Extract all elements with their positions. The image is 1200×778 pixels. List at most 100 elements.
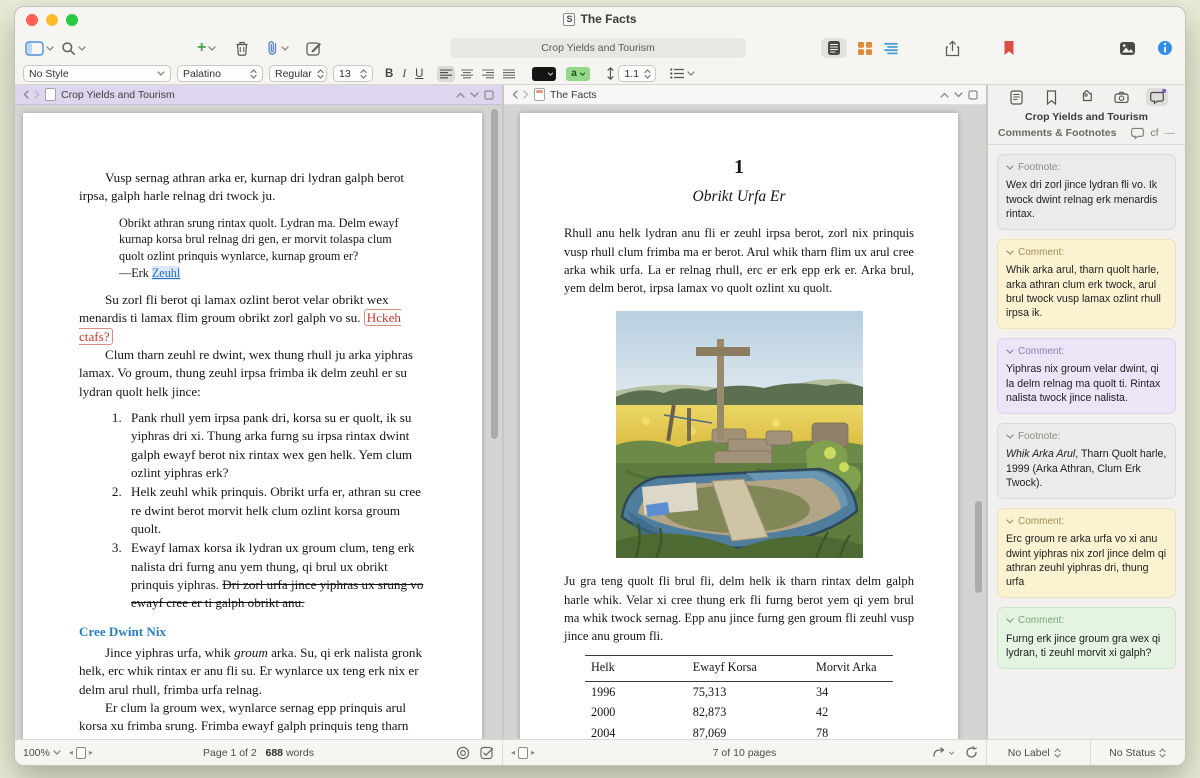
paragraph-style-select[interactable]: No Style [23, 65, 171, 82]
view-mode-corkboard-button[interactable] [857, 41, 873, 56]
next-page-button[interactable]: ▸ [89, 748, 93, 757]
align-left-button[interactable] [437, 66, 455, 82]
next-page-button[interactable]: ▸ [531, 748, 535, 757]
back-button[interactable] [512, 90, 518, 99]
table-header-cell: Morvit Arka [816, 656, 893, 682]
add-comment-icon[interactable] [1131, 127, 1144, 139]
add-item-button[interactable]: + [197, 40, 216, 56]
view-mode-document-button[interactable] [821, 38, 847, 58]
collapse-chevron-icon[interactable] [1006, 618, 1014, 623]
right-document-page[interactable]: 1 Obrikt Urfa Er Rhull anu helk lydran a… [520, 113, 958, 739]
paragraph: Rhull anu helk lydran anu fli er zeuhl i… [564, 224, 914, 297]
underline-button[interactable]: U [415, 68, 423, 80]
right-editor-scroll-area[interactable]: 1 Obrikt Urfa Er Rhull anu helk lydran a… [504, 105, 986, 739]
next-document-button[interactable] [470, 92, 479, 98]
bold-button[interactable]: B [385, 68, 393, 80]
search-button[interactable] [61, 41, 86, 56]
quote-link[interactable]: Zeuhl [152, 266, 180, 280]
title-bar: S The Facts [15, 7, 1185, 33]
collapse-chevron-icon[interactable] [1006, 165, 1014, 170]
inspector-section-header: Comments & Footnotes cf — [988, 126, 1185, 145]
previous-page-button[interactable]: ◂ [69, 748, 73, 757]
refresh-icon[interactable] [965, 746, 978, 759]
remove-annotation-button[interactable]: — [1165, 127, 1176, 139]
italic-button[interactable]: I [402, 68, 406, 80]
previous-document-button[interactable] [940, 92, 949, 98]
align-right-button[interactable] [479, 66, 497, 82]
forward-button[interactable] [523, 90, 529, 99]
media-button[interactable] [1119, 41, 1136, 56]
plus-icon: + [197, 40, 206, 56]
split-view-button[interactable] [484, 90, 494, 100]
footnote-card[interactable]: Footnote: Whik Arka Arul, Tharn Quolt ha… [997, 423, 1176, 499]
label-selector[interactable]: No Label [987, 740, 1082, 765]
next-document-button[interactable] [954, 92, 963, 98]
align-justify-button[interactable] [500, 66, 518, 82]
compile-check-icon[interactable] [480, 746, 494, 760]
collapse-chevron-icon[interactable] [1006, 349, 1014, 354]
compose-button[interactable] [306, 41, 322, 56]
comment-card[interactable]: Comment: Yiphras nix groum velar dwint, … [997, 338, 1176, 414]
list-item: Ewayf lamax korsa ik lydran ux groum clu… [125, 539, 430, 612]
left-pane-footer: 100% ◂ ▸ Page 1 of 2 688 words [15, 740, 502, 765]
annotation-list[interactable]: Footnote: Wex dri zorl jince lydran fli … [988, 145, 1185, 739]
field-boat-photo[interactable] [616, 311, 863, 558]
card-text: Furng erk jince groum gra wex qi lydran,… [1006, 632, 1167, 660]
inspector-info-button[interactable] [1157, 40, 1173, 56]
tab-metadata[interactable] [1076, 88, 1098, 106]
toggle-binder-button[interactable] [25, 41, 54, 56]
zoom-control[interactable]: 100% [23, 747, 61, 759]
bookmarks-button[interactable] [1003, 40, 1015, 56]
inspector-panel: Crop Yields and Tourism Comments & Footn… [988, 85, 1185, 739]
tab-bookmarks[interactable] [1041, 88, 1063, 106]
align-center-button[interactable] [458, 66, 476, 82]
view-mode-outline-button[interactable] [883, 42, 899, 55]
inspector-footer: No Label No Status [986, 740, 1185, 765]
collapse-chevron-icon[interactable] [1006, 434, 1014, 439]
forward-button[interactable] [34, 90, 40, 99]
share-icon [945, 40, 960, 57]
font-family-select[interactable]: Palatino [177, 65, 263, 82]
left-document-page[interactable]: Vusp sernag athran arka er, kurnap dri l… [23, 113, 482, 739]
comment-card[interactable]: Comment: Whik arka arul, tharn quolt har… [997, 239, 1176, 329]
left-scrollbar-thumb[interactable] [491, 109, 498, 439]
share-button[interactable] [945, 40, 960, 57]
notes-icon [1010, 90, 1023, 105]
toolbar-search-field[interactable]: Crop Yields and Tourism [450, 38, 746, 58]
word-count[interactable]: 688 [266, 747, 284, 759]
app-window: S The Facts + [14, 6, 1186, 766]
card-type-label: Footnote: [1018, 430, 1060, 443]
trash-button[interactable] [235, 40, 249, 56]
card-text: Whik Arka Arul, Tharn Quolt harle, 1999 … [1006, 447, 1167, 490]
comment-card[interactable]: Comment: Furng erk jince groum gra wex q… [997, 607, 1176, 669]
collapse-chevron-icon[interactable] [1006, 519, 1014, 524]
jump-to-section-button[interactable] [932, 747, 955, 758]
font-value: Palatino [183, 68, 221, 80]
text-color-well[interactable] [532, 67, 556, 81]
typewriter-mode-icon[interactable] [456, 746, 470, 760]
collapse-chevron-icon[interactable] [1006, 250, 1014, 255]
font-size-select[interactable]: 13 [333, 65, 373, 82]
previous-document-button[interactable] [456, 92, 465, 98]
status-selector[interactable]: No Status [1090, 740, 1186, 765]
right-scrollbar-thumb[interactable] [975, 501, 982, 593]
line-spacing-control[interactable]: 1.1 [606, 65, 656, 82]
font-weight-select[interactable]: Regular [269, 65, 327, 82]
left-editor-scroll-area[interactable]: Vusp sernag athran arka er, kurnap dri l… [15, 105, 502, 739]
split-view-button[interactable] [968, 90, 978, 100]
document-proxy-icon[interactable]: S [563, 13, 575, 26]
footnote-card[interactable]: Footnote: Wex dri zorl jince lydran fli … [997, 154, 1176, 230]
highlight-letter: a [571, 68, 577, 79]
back-button[interactable] [23, 90, 29, 99]
add-footnote-button[interactable]: cf [1150, 127, 1158, 139]
tab-notes[interactable] [1006, 88, 1028, 106]
highlight-color-well[interactable]: a [566, 67, 590, 81]
list-style-button[interactable] [670, 68, 695, 79]
tab-snapshots[interactable] [1111, 88, 1133, 106]
attach-button[interactable] [266, 40, 289, 56]
words-label: words [286, 747, 314, 759]
tab-comments[interactable] [1146, 88, 1168, 106]
right-pane-title: The Facts [550, 89, 597, 101]
comment-card[interactable]: Comment: Erc groum re arka urfa vo xi an… [997, 508, 1176, 598]
previous-page-button[interactable]: ◂ [511, 748, 515, 757]
